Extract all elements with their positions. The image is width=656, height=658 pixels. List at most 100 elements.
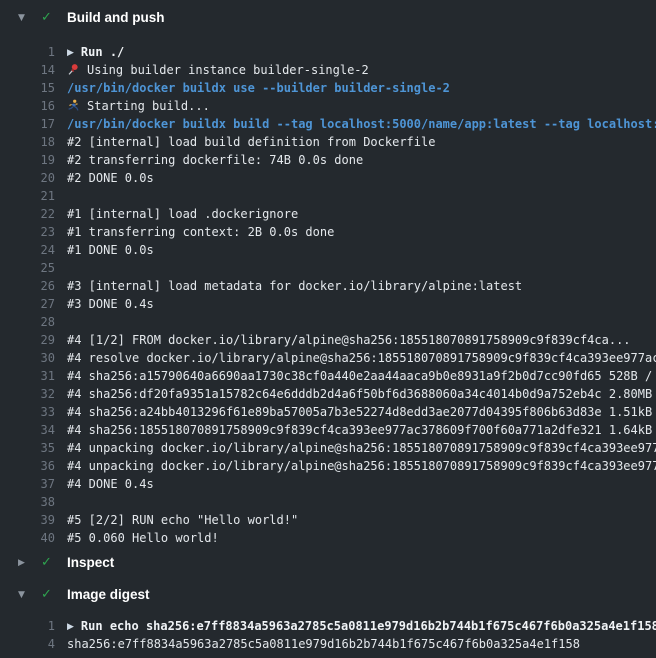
- expand-group-icon[interactable]: ▶: [67, 44, 74, 61]
- line-number[interactable]: 40: [0, 529, 55, 547]
- line-number[interactable]: 27: [0, 295, 55, 313]
- line-content: #2 transferring dockerfile: 74B 0.0s don…: [55, 151, 656, 169]
- section-header-image-digest[interactable]: ▼✓Image digest: [0, 579, 656, 611]
- line-number[interactable]: 38: [0, 493, 55, 511]
- line-number[interactable]: 36: [0, 457, 55, 475]
- line-text: #1 transferring context: 2B 0.0s done: [67, 225, 334, 239]
- line-content: #3 DONE 0.4s: [55, 295, 656, 313]
- log-line: 14Using builder instance builder-single-…: [0, 61, 656, 79]
- log-line: 15/usr/bin/docker buildx use --builder b…: [0, 79, 656, 97]
- line-number[interactable]: 25: [0, 259, 55, 277]
- log-line: 33 #4 sha256:a24bb4013296f61e89ba57005a7b…: [0, 403, 656, 421]
- line-number[interactable]: 24: [0, 241, 55, 259]
- log-block-image-digest: 1▶Run echo sha256:e7ff8834a5963a2785c5a0…: [0, 611, 656, 658]
- line-number[interactable]: 30: [0, 349, 55, 367]
- line-text: #4 sha256:185518070891758909c9f839cf4ca3…: [67, 423, 656, 437]
- line-content: /usr/bin/docker buildx build --tag local…: [55, 115, 656, 133]
- log-line: 39#5 [2/2] RUN echo "Hello world!": [0, 511, 656, 529]
- line-number[interactable]: 4: [0, 635, 55, 653]
- line-text: #4 sha256:a24bb4013296f61e89ba57005a7b3e…: [67, 405, 656, 419]
- line-text: #5 0.060 Hello world!: [67, 531, 219, 545]
- section-header-build-and-push[interactable]: ▼ ✓ Build and push: [0, 0, 656, 35]
- line-number[interactable]: 35: [0, 439, 55, 457]
- log-line: 31 #4 sha256:a15790640a6690aa1730c38cf0a4…: [0, 367, 656, 385]
- runner-icon: [67, 99, 80, 112]
- line-text: #4 unpacking docker.io/library/alpine@sh…: [67, 459, 656, 473]
- line-content: #4 resolve docker.io/library/alpine@sha2…: [55, 349, 656, 367]
- line-content: #4 unpacking docker.io/library/alpine@sh…: [55, 457, 656, 475]
- line-text: #4 sha256:df20fa9351a15782c64e6dddb2d4a6…: [67, 387, 656, 401]
- log-line: 30#4 resolve docker.io/library/alpine@sh…: [0, 349, 656, 367]
- log-block-build-and-push: 1 ▶ Run ./ 14Using builder instance builder…: [0, 35, 656, 547]
- line-text: Run ./: [81, 45, 124, 59]
- line-text: #4 [1/2] FROM docker.io/library/alpine@s…: [67, 333, 631, 347]
- log-line: 40 #5 0.060 Hello world!: [0, 529, 656, 547]
- expand-group-icon[interactable]: ▶: [67, 618, 74, 635]
- log-line: 19 #2 transferring dockerfile: 74B 0.0s d…: [0, 151, 656, 169]
- line-text: #4 sha256:a15790640a6690aa1730c38cf0a440…: [67, 369, 656, 383]
- line-content: #3 [internal] load metadata for docker.i…: [55, 277, 656, 295]
- log-line: 16 Starting build...: [0, 97, 656, 115]
- line-number[interactable]: 31: [0, 367, 55, 385]
- line-number[interactable]: 19: [0, 151, 55, 169]
- line-content: #4 sha256:a15790640a6690aa1730c38cf0a440…: [55, 367, 656, 385]
- log-line: 27#3 DONE 0.4s: [0, 295, 656, 313]
- line-number[interactable]: 22: [0, 205, 55, 223]
- line-number[interactable]: 20: [0, 169, 55, 187]
- line-number[interactable]: 23: [0, 223, 55, 241]
- line-number[interactable]: 21: [0, 187, 55, 205]
- chevron-down-icon[interactable]: ▼: [18, 587, 28, 603]
- line-text: /usr/bin/docker buildx build --tag local…: [67, 117, 656, 131]
- line-number[interactable]: 29: [0, 331, 55, 349]
- chevron-right-icon[interactable]: ▶: [18, 555, 28, 571]
- log-line: 1▶Run echo sha256:e7ff8834a5963a2785c5a0…: [0, 617, 656, 635]
- line-content: #1 transferring context: 2B 0.0s done: [55, 223, 656, 241]
- line-number[interactable]: 15: [0, 79, 55, 97]
- line-content[interactable]: ▶Run echo sha256:e7ff8834a5963a2785c5a08…: [55, 617, 656, 635]
- line-number[interactable]: 17: [0, 115, 55, 133]
- log-line: 37#4 DONE 0.4s: [0, 475, 656, 493]
- line-content: #4 sha256:185518070891758909c9f839cf4ca3…: [55, 421, 656, 439]
- line-content: Starting build...: [55, 97, 656, 115]
- log-line: 32 #4 sha256:df20fa9351a15782c64e6dddb2d4…: [0, 385, 656, 403]
- chevron-down-icon[interactable]: ▼: [18, 10, 28, 26]
- workflow-log-viewer: ▼ ✓ Build and push 1 ▶ Run ./ 14Using builder …: [0, 0, 656, 658]
- log-line: 34 #4 sha256:185518070891758909c9f839cf4c…: [0, 421, 656, 439]
- line-content: #5 0.060 Hello world!: [55, 529, 656, 547]
- line-text: #1 DONE 0.0s: [67, 243, 154, 257]
- log-line: 20#2 DONE 0.0s: [0, 169, 656, 187]
- log-line: 4sha256:e7ff8834a5963a2785c5a0811e979d16…: [0, 635, 656, 653]
- line-number[interactable]: 1: [0, 43, 55, 61]
- line-number[interactable]: 18: [0, 133, 55, 151]
- line-text: #3 [internal] load metadata for docker.i…: [67, 279, 522, 293]
- line-content[interactable]: ▶ Run ./: [55, 43, 656, 61]
- success-check-icon: ✓: [41, 10, 56, 26]
- log-line: 29 #4 [1/2] FROM docker.io/library/alpine…: [0, 331, 656, 349]
- line-content: [55, 187, 656, 205]
- pushpin-icon: [67, 63, 80, 76]
- line-content: #2 DONE 0.0s: [55, 169, 656, 187]
- log-line: 35 #4 unpacking docker.io/library/alpine@…: [0, 439, 656, 457]
- line-text: #2 transferring dockerfile: 74B 0.0s don…: [67, 153, 363, 167]
- log-line: 23 #1 transferring context: 2B 0.0s done: [0, 223, 656, 241]
- section-header-inspect[interactable]: ▶✓Inspect: [0, 547, 656, 579]
- log-line: 24 #1 DONE 0.0s: [0, 241, 656, 259]
- log-line: 28: [0, 313, 656, 331]
- section-title: Build and push: [67, 10, 165, 26]
- line-number[interactable]: 28: [0, 313, 55, 331]
- line-text: #4 unpacking docker.io/library/alpine@sh…: [67, 441, 656, 455]
- success-check-icon: ✓: [41, 587, 56, 603]
- line-number[interactable]: 39: [0, 511, 55, 529]
- line-number[interactable]: 16: [0, 97, 55, 115]
- line-content: #4 DONE 0.4s: [55, 475, 656, 493]
- line-number[interactable]: 37: [0, 475, 55, 493]
- line-text: Starting build...: [87, 99, 210, 113]
- line-number[interactable]: 26: [0, 277, 55, 295]
- line-number[interactable]: 14: [0, 61, 55, 79]
- line-number[interactable]: 32: [0, 385, 55, 403]
- line-number[interactable]: 33: [0, 403, 55, 421]
- line-number[interactable]: 34: [0, 421, 55, 439]
- line-number[interactable]: 1: [0, 617, 55, 635]
- log-line: 17/usr/bin/docker buildx build --tag loc…: [0, 115, 656, 133]
- line-content: #4 unpacking docker.io/library/alpine@sh…: [55, 439, 656, 457]
